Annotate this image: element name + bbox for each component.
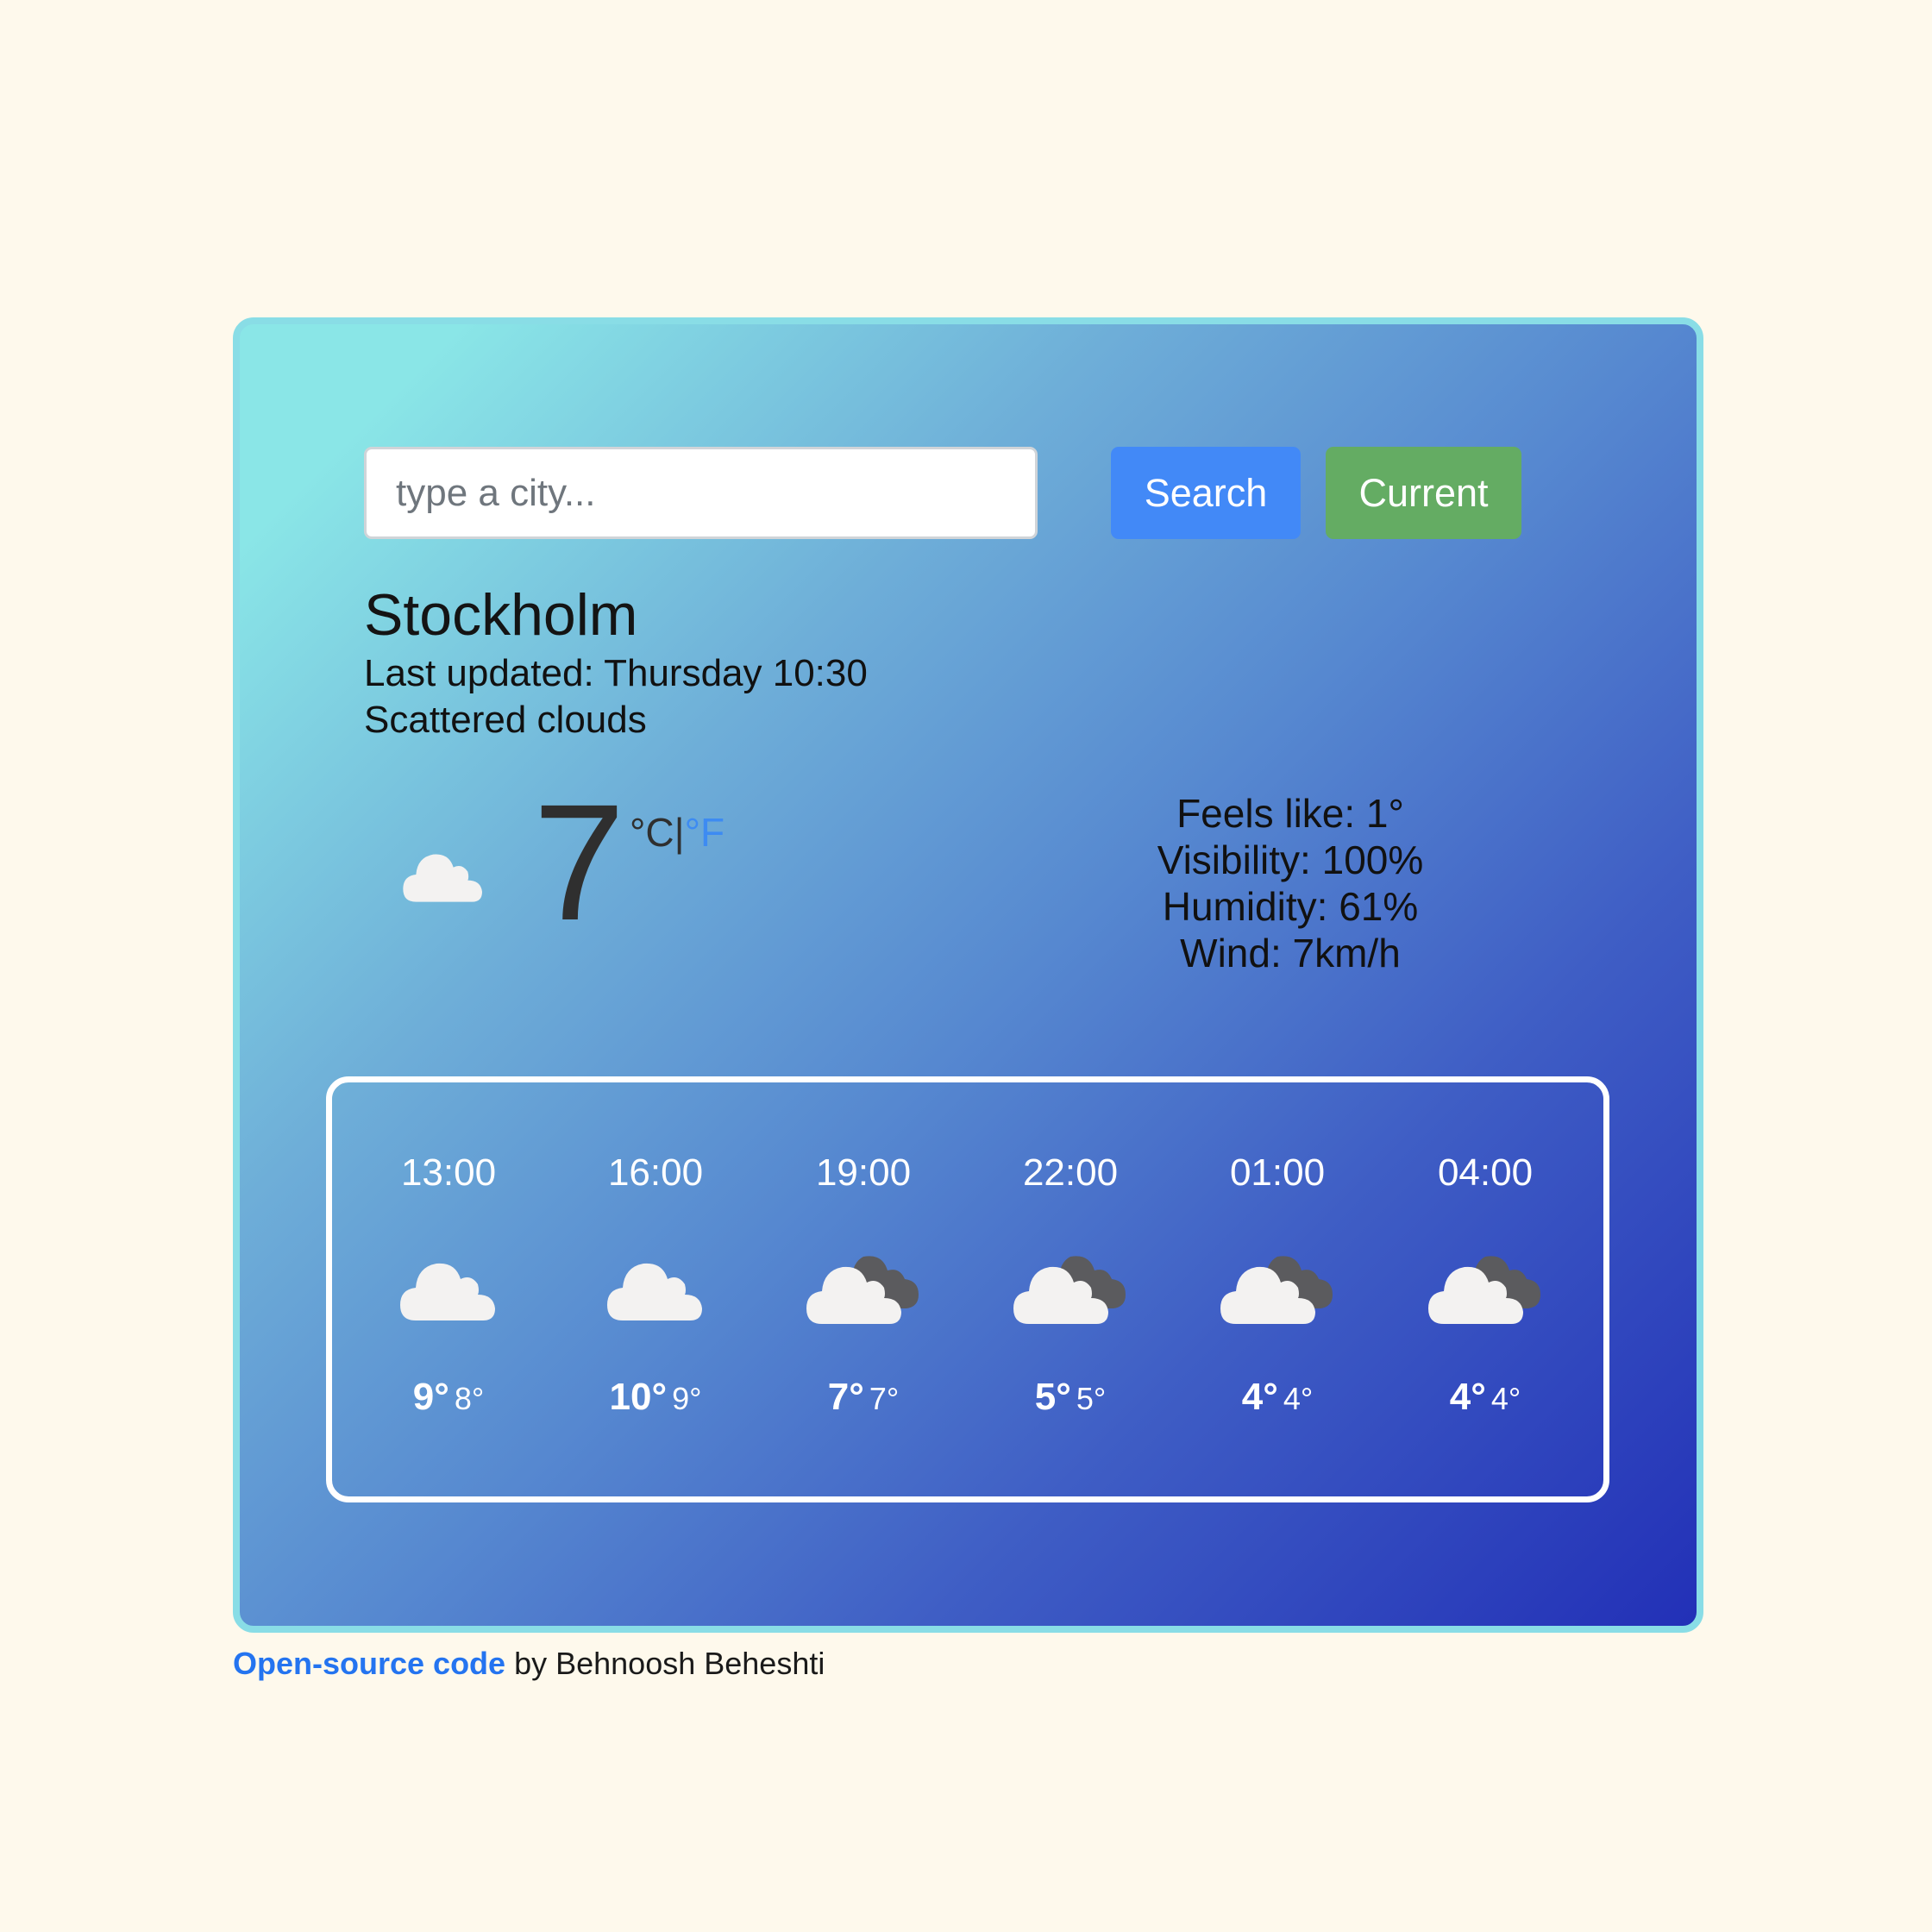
forecast-panel: 13:00 9° 8° 16:00 10° 9° 19:00 7° 7° 22:00 … [326,1076,1609,1502]
broken-clouds-icon [806,1256,919,1324]
forecast-temps: 7° 7° [760,1376,967,1419]
unit-separator: | [674,810,685,855]
weather-details: Feels like: 1° Visibility: 100% Humidity… [1120,790,1461,976]
forecast-temps: 4° 4° [1382,1376,1589,1419]
broken-clouds-icon [1220,1256,1333,1324]
weather-card: Search Current Stockholm Last updated: T… [233,317,1703,1633]
forecast-min: 9° [672,1381,702,1416]
forecast-max: 10° [609,1376,668,1418]
current-location-button[interactable]: Current [1326,447,1521,539]
forecast-max: 4° [1241,1376,1278,1418]
forecast-min: 4° [1283,1381,1314,1416]
feels-like: Feels like: 1° [1176,791,1404,836]
forecast-min: 5° [1076,1381,1107,1416]
forecast-time: 22:00 [1022,1151,1119,1194]
cloud-icon [400,1263,495,1320]
celsius-link[interactable]: °C [630,810,674,855]
forecast-temps: 9° 8° [345,1376,552,1419]
forecast-min: 4° [1490,1381,1521,1416]
forecast-time: 16:00 [607,1151,704,1194]
fahrenheit-link[interactable]: °F [685,810,725,855]
forecast-time: 01:00 [1229,1151,1326,1194]
forecast-time: 19:00 [815,1151,912,1194]
cloud-icon [607,1263,702,1320]
forecast-temps: 4° 4° [1174,1376,1381,1419]
city-search-input[interactable] [364,447,1038,539]
visibility: Visibility: 100% [1157,837,1424,882]
city-name: Stockholm [364,582,638,648]
forecast-max: 7° [827,1376,864,1418]
forecast-max: 5° [1034,1376,1071,1418]
forecast-max: 4° [1449,1376,1486,1418]
unit-toggle: °C|°F [630,809,724,856]
forecast-min: 7° [869,1381,900,1416]
cloud-icon [403,854,482,902]
wind: Wind: 7km/h [1180,931,1401,975]
search-button[interactable]: Search [1111,447,1301,539]
forecast-max: 9° [412,1376,449,1418]
last-updated: Last updated: Thursday 10:30 [364,652,868,694]
broken-clouds-icon [1013,1256,1126,1324]
broken-clouds-icon [1428,1256,1540,1324]
forecast-temps: 10° 9° [552,1376,759,1419]
footer-author: by Behnoosh Beheshti [505,1646,825,1681]
forecast-time: 04:00 [1437,1151,1534,1194]
forecast-temps: 5° 5° [967,1376,1174,1419]
forecast-time: 13:00 [400,1151,497,1194]
open-source-link[interactable]: Open-source code [233,1646,505,1681]
current-temperature: 7 [533,769,625,955]
weather-description: Scattered clouds [364,699,647,741]
footer: Open-source code by Behnoosh Beheshti [233,1646,825,1682]
forecast-min: 8° [454,1381,485,1416]
humidity: Humidity: 61% [1162,884,1419,929]
